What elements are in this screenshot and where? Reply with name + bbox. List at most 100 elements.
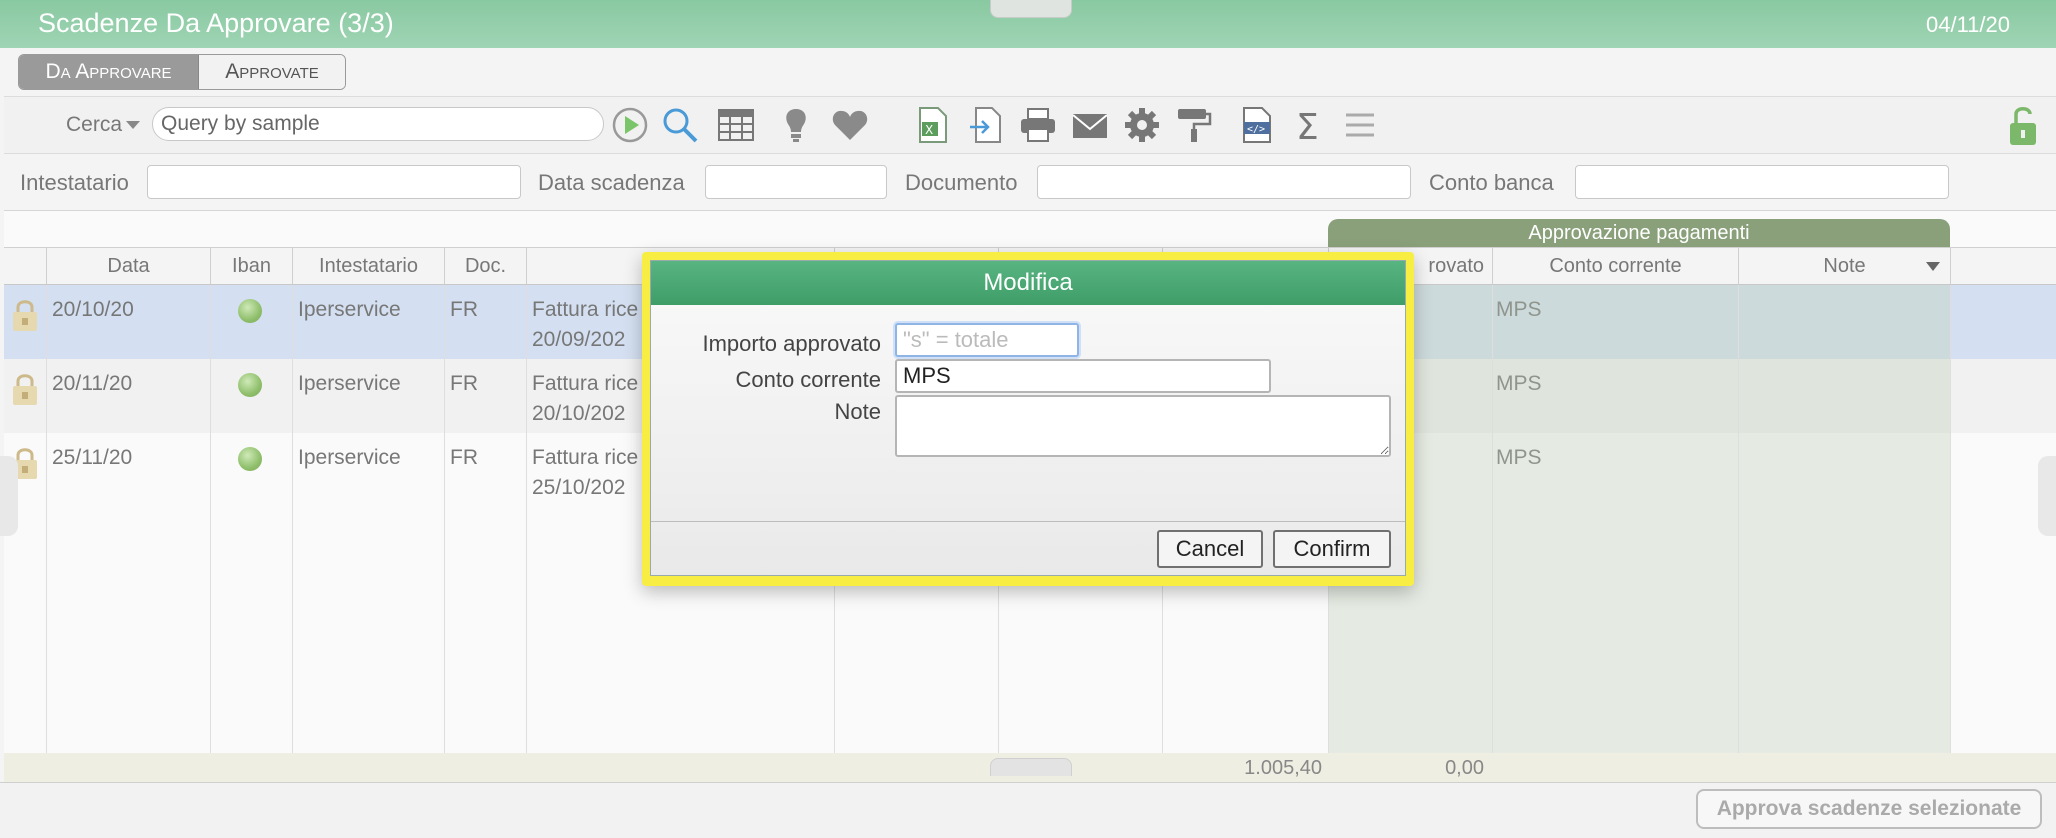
view-tabs: Da Approvare Approvate bbox=[18, 54, 346, 90]
lock-icon bbox=[13, 374, 37, 405]
column-header-spacer bbox=[1950, 247, 2056, 285]
caret-down-icon bbox=[126, 121, 141, 130]
search-input[interactable] bbox=[152, 107, 604, 141]
total-approvato: 0,00 bbox=[1445, 757, 1484, 779]
cell-intestatario: Iperservice bbox=[298, 446, 401, 469]
column-header-lock[interactable] bbox=[4, 247, 46, 285]
cell-descrizione: Fattura rice 25/10/202 bbox=[532, 443, 638, 503]
column-divider bbox=[210, 285, 211, 753]
column-header-note[interactable]: Note bbox=[1738, 247, 1950, 285]
column-divider bbox=[1950, 285, 1951, 753]
cell-descrizione-line1: Fattura rice bbox=[532, 372, 639, 395]
tab-da-approvare[interactable]: Da Approvare bbox=[19, 55, 199, 89]
paint-roller-icon[interactable] bbox=[1174, 105, 1214, 145]
total-importo: 1.005,40 bbox=[1244, 757, 1322, 779]
column-divider bbox=[292, 285, 293, 753]
cell-descrizione-line1: Fattura rice bbox=[532, 298, 639, 321]
filter-intestatario-input[interactable] bbox=[147, 165, 521, 199]
sort-caret-icon[interactable] bbox=[1926, 262, 1940, 271]
unlock-icon[interactable] bbox=[2006, 103, 2042, 147]
current-date: 04/11/20 bbox=[1925, 12, 2010, 37]
mail-icon[interactable] bbox=[1070, 105, 1110, 145]
importo-label: Importo approvato bbox=[702, 331, 881, 356]
cell-doc: FR bbox=[450, 446, 478, 469]
toolbar: Cerca X </> Σ bbox=[4, 96, 2056, 154]
importo-approvato-input[interactable] bbox=[895, 323, 1079, 357]
menu-icon[interactable] bbox=[1340, 105, 1380, 145]
filter-documento-input[interactable] bbox=[1037, 165, 1411, 199]
column-divider bbox=[444, 285, 445, 753]
conto-corrente-label: Conto corrente bbox=[735, 367, 881, 392]
search-mode-dropdown[interactable]: Cerca bbox=[66, 113, 141, 137]
cell-descrizione: Fattura rice 20/09/202 bbox=[532, 295, 638, 355]
cell-data: 25/11/20 bbox=[52, 446, 133, 469]
dialog-footer: Cancel Confirm bbox=[651, 521, 1405, 575]
search-icon[interactable] bbox=[660, 105, 700, 145]
filter-label-data-scadenza: Data scadenza bbox=[538, 170, 685, 195]
code-file-icon[interactable]: </> bbox=[1236, 105, 1276, 145]
filter-label-intestatario: Intestatario bbox=[20, 170, 129, 195]
cancel-button[interactable]: Cancel bbox=[1157, 530, 1263, 568]
iban-status-dot bbox=[238, 447, 262, 471]
note-textarea[interactable] bbox=[895, 395, 1391, 457]
modifica-dialog: Modifica Importo approvato Conto corrent… bbox=[650, 260, 1406, 576]
approval-columns-shade bbox=[1328, 285, 1950, 753]
column-divider bbox=[1738, 285, 1739, 753]
bottom-drag-handle[interactable] bbox=[990, 758, 1072, 776]
filter-label-conto-banca: Conto banca bbox=[1429, 170, 1554, 195]
column-header-data[interactable]: Data bbox=[46, 247, 210, 285]
export-icon[interactable] bbox=[966, 105, 1006, 145]
cell-descrizione-line2: 20/09/202 bbox=[532, 328, 626, 351]
column-header-intestatario[interactable]: Intestatario bbox=[292, 247, 444, 285]
right-panel-handle[interactable] bbox=[2038, 456, 2056, 536]
filter-data-scadenza-input[interactable] bbox=[705, 165, 887, 199]
group-header-approvazione: Approvazione pagamenti bbox=[1328, 219, 1950, 247]
cell-data: 20/10/20 bbox=[52, 298, 134, 321]
top-drag-handle[interactable] bbox=[990, 0, 1072, 18]
left-panel-handle[interactable] bbox=[0, 456, 18, 536]
window-title: Scadenze Da Approvare (3/3) bbox=[38, 8, 394, 38]
play-icon[interactable] bbox=[610, 105, 650, 145]
filter-label-documento: Documento bbox=[905, 170, 1018, 195]
cell-doc: FR bbox=[450, 372, 478, 395]
approva-scadenze-button[interactable]: Approva scadenze selezionate bbox=[1696, 789, 2042, 829]
cell-doc: FR bbox=[450, 298, 478, 321]
column-divider bbox=[526, 285, 527, 753]
column-header-note-label: Note bbox=[1823, 255, 1866, 277]
lock-icon bbox=[13, 300, 37, 331]
note-label: Note bbox=[834, 399, 881, 424]
cell-data: 20/11/20 bbox=[52, 372, 133, 395]
heart-icon[interactable] bbox=[830, 105, 870, 145]
search-mode-label: Cerca bbox=[66, 113, 123, 136]
lightbulb-icon[interactable] bbox=[776, 105, 816, 145]
print-icon[interactable] bbox=[1018, 105, 1058, 145]
cell-descrizione-line2: 20/10/202 bbox=[532, 402, 626, 425]
svg-text:X: X bbox=[925, 123, 933, 137]
filter-conto-banca-input[interactable] bbox=[1575, 165, 1949, 199]
svg-text:</>: </> bbox=[1247, 124, 1265, 135]
column-header-iban[interactable]: Iban bbox=[210, 247, 292, 285]
cell-descrizione: Fattura rice 20/10/202 bbox=[532, 369, 638, 429]
sigma-icon[interactable]: Σ bbox=[1288, 105, 1328, 145]
gear-icon[interactable] bbox=[1122, 105, 1162, 145]
iban-status-dot bbox=[238, 373, 262, 397]
column-header-doc[interactable]: Doc. bbox=[444, 247, 526, 285]
cell-descrizione-line2: 25/10/202 bbox=[532, 476, 626, 499]
cell-descrizione-line1: Fattura rice bbox=[532, 446, 639, 469]
confirm-button[interactable]: Confirm bbox=[1273, 530, 1391, 568]
column-header-conto-corrente[interactable]: Conto corrente bbox=[1492, 247, 1738, 285]
column-divider bbox=[46, 285, 47, 753]
dialog-title: Modifica bbox=[651, 261, 1405, 305]
cell-intestatario: Iperservice bbox=[298, 372, 401, 395]
tab-approvate[interactable]: Approvate bbox=[199, 55, 345, 89]
column-divider bbox=[1492, 285, 1493, 753]
modal-highlight: Modifica Importo approvato Conto corrent… bbox=[642, 252, 1414, 586]
table-icon[interactable] bbox=[716, 105, 756, 145]
footer-bar: Approva scadenze selezionate bbox=[0, 782, 2056, 838]
svg-text:Σ: Σ bbox=[1296, 107, 1319, 145]
excel-icon[interactable]: X bbox=[912, 105, 952, 145]
iban-status-dot bbox=[238, 299, 262, 323]
filter-bar: Intestatario Data scadenza Documento Con… bbox=[4, 156, 2056, 210]
title-bar: Scadenze Da Approvare (3/3) 04/11/20 bbox=[0, 0, 2056, 48]
conto-corrente-input[interactable] bbox=[895, 359, 1271, 393]
